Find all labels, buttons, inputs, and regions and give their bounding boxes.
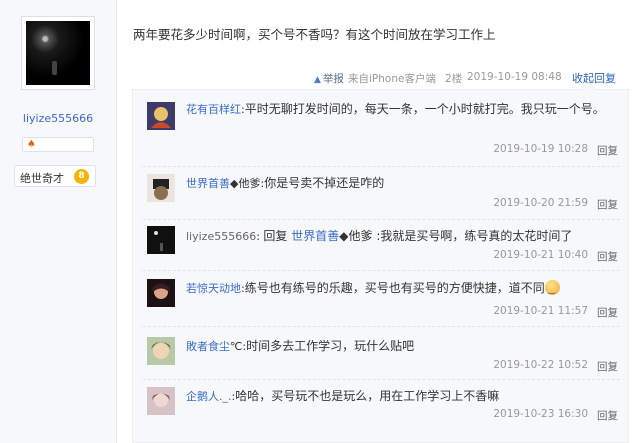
reply-time: 2019-10-23 16:30 [493, 408, 588, 420]
reply-time: 2019-10-22 10:52 [493, 359, 588, 371]
post-time: 2019-10-19 08:48 [467, 71, 562, 83]
reply-username[interactable]: 花有百样红 [186, 103, 241, 116]
reply-button[interactable]: 回复 [597, 143, 618, 158]
user-avatar[interactable] [21, 16, 95, 90]
reply-body: 若惊天动地:练号也有练号的乐趣，买号也有买号的方便快捷，道不同 [186, 279, 610, 300]
reply-button[interactable]: 回复 [597, 408, 618, 423]
report-link[interactable]: ▲ 举报 [314, 71, 344, 86]
reply-button[interactable]: 回复 [597, 197, 618, 212]
badge-icon: ♠ [27, 139, 36, 150]
reply-avatar[interactable] [147, 387, 175, 415]
reply-text: 时间多去工作学习，玩什么贴吧 [246, 339, 415, 353]
reply-time: 2019-10-20 21:59 [493, 197, 588, 209]
reply-text: 我就是买号啊，练号真的太花时间了 [380, 229, 573, 243]
reply-avatar-image [147, 279, 175, 307]
level-number: 8 [74, 169, 89, 184]
reply-time: 2019-10-21 10:40 [493, 249, 588, 261]
reply-body: 敗者食尘℃:时间多去工作学习，玩什么贴吧 [186, 339, 415, 353]
username-link[interactable]: liyize555666 [0, 112, 116, 125]
level-name: 绝世奇才 [20, 172, 64, 185]
reply-avatar-image [147, 387, 175, 415]
reply-text: 平时无聊打发时间的，每天一条，一个小时就打完。我只玩一个号。 [244, 102, 605, 116]
reply-avatar-image [147, 337, 175, 365]
reply-username[interactable]: 敗者食尘 [186, 340, 230, 353]
reply-text: 哈哈，买号玩不也是玩么，用在工作学习上不香嘛 [235, 389, 500, 403]
reply-avatar[interactable] [147, 337, 175, 365]
reply-body: 企鹅人._.:哈哈，买号玩不也是玩么，用在工作学习上不香嘛 [186, 389, 500, 403]
report-label: 举报 [322, 73, 344, 85]
reply-text: 你是号卖不掉还是咋的 [264, 176, 385, 190]
reply-item: 花有百样红:平时无聊打发时间的，每天一条，一个小时就打完。我只玩一个号。 201… [143, 90, 620, 167]
reply-to-suffix: ◆他爹 [339, 229, 373, 243]
reply-username[interactable]: liyize555666 [186, 230, 256, 243]
reply-avatar[interactable] [147, 279, 175, 307]
reply-body: liyize555666: 回复 世界首善◆他爹 :我就是买号啊，练号真的太花时… [186, 229, 573, 243]
reply-avatar-image [147, 102, 175, 130]
post-meta: ▲ 举报 来自iPhone客户端 2楼 2019-10-19 08:48 收起回复 [130, 69, 640, 89]
reply-item: 敗者食尘℃:时间多去工作学习，玩什么贴吧 2019-10-22 10:52 回复 [143, 326, 620, 380]
reply-prefix: 回复 [263, 229, 288, 243]
reply-item: 若惊天动地:练号也有练号的乐趣，买号也有买号的方便快捷，道不同 2019-10-… [143, 270, 620, 327]
client-source: 来自iPhone客户端 [348, 73, 436, 85]
reply-item: liyize555666: 回复 世界首善◆他爹 :我就是买号啊，练号真的太花时… [143, 219, 620, 271]
collapse-replies-button[interactable]: 收起回复 [572, 70, 616, 86]
reply-item: 世界首善◆他爹:你是号卖不掉还是咋的 2019-10-20 21:59 回复 [143, 166, 620, 220]
smile-emoji-icon [544, 280, 560, 300]
reply-button[interactable]: 回复 [597, 305, 618, 320]
reply-avatar[interactable] [147, 174, 175, 202]
floor-number: 2楼 [445, 73, 463, 85]
reply-item: 企鹅人._.:哈哈，买号玩不也是玩么，用在工作学习上不香嘛 2019-10-23… [143, 379, 620, 443]
reply-avatar[interactable] [147, 102, 175, 130]
member-badge[interactable]: ♠ [22, 137, 94, 152]
reply-time: 2019-10-19 10:28 [493, 143, 588, 155]
reply-avatar[interactable] [147, 226, 175, 254]
reply-time: 2019-10-21 11:57 [493, 305, 588, 317]
level-badge[interactable]: 绝世奇才 8 [14, 165, 96, 187]
reply-username-suffix: ℃ [230, 340, 243, 353]
report-icon: ▲ [314, 75, 321, 85]
reply-to-user[interactable]: 世界首善 [291, 229, 339, 243]
reply-avatar-image [147, 174, 175, 202]
reply-button[interactable]: 回复 [597, 359, 618, 374]
user-sidebar: liyize555666 ♠ 绝世奇才 8 [0, 0, 117, 443]
reply-avatar-image [147, 226, 175, 254]
reply-username[interactable]: 世界首善 [186, 177, 230, 190]
reply-username[interactable]: 企鹅人._. [186, 390, 232, 403]
reply-text: 练号也有练号的乐趣，买号也有买号的方便快捷，道不同 [244, 281, 545, 295]
reply-body: 世界首善◆他爹:你是号卖不掉还是咋的 [186, 176, 385, 190]
avatar-image [26, 21, 90, 85]
reply-username-suffix: ◆他爹 [230, 177, 261, 190]
reply-username[interactable]: 若惊天动地 [186, 282, 241, 295]
reply-button[interactable]: 回复 [597, 249, 618, 264]
reply-list: 花有百样红:平时无聊打发时间的，每天一条，一个小时就打完。我只玩一个号。 201… [132, 89, 629, 443]
reply-body: 花有百样红:平时无聊打发时间的，每天一条，一个小时就打完。我只玩一个号。 [186, 102, 605, 116]
post-content: 两年要花多少时间啊，买个号不香吗？有这个时间放在学习工作上 [133, 27, 496, 42]
